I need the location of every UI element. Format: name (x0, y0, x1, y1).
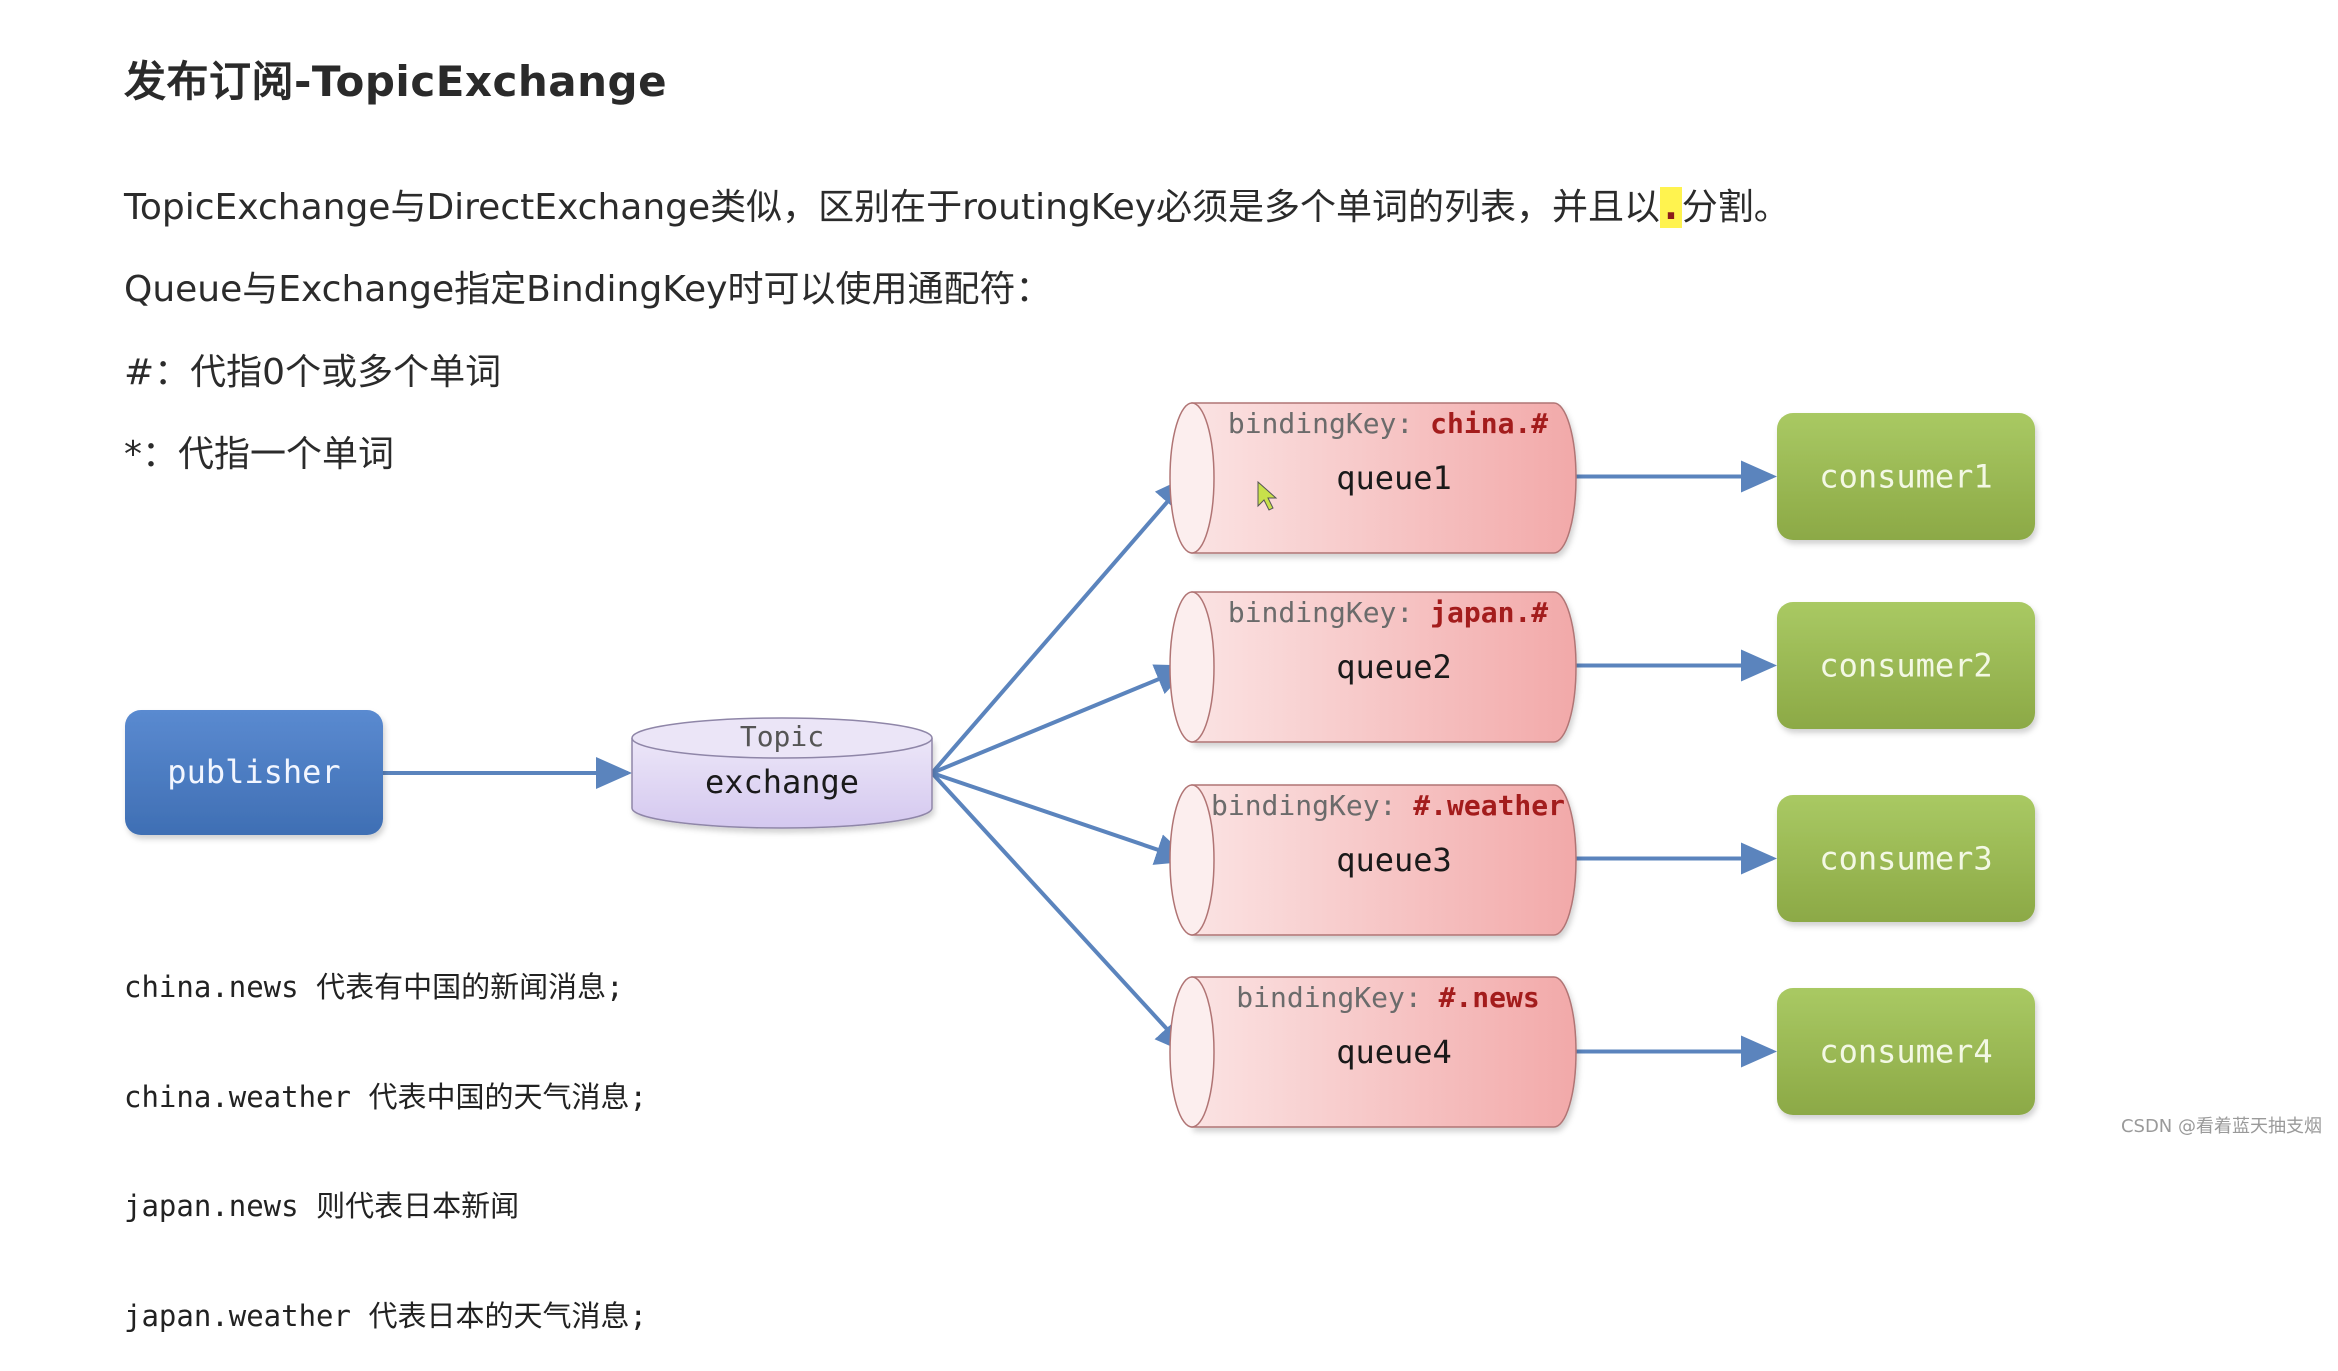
binding-key-prefix: bindingKey: (1236, 981, 1438, 1014)
routing-meaning: 代表中国的天气消息; (368, 1079, 647, 1114)
routing-meaning: 代表有中国的新闻消息; (316, 970, 624, 1004)
queue-node: bindingKey: china.# queue1 (1169, 402, 1577, 554)
consumers-group: consumer1 consumer2 consumer3 consumer4 (1777, 413, 2035, 1115)
routing-key: china.weather (124, 1079, 351, 1114)
consumer-node: consumer2 (1777, 602, 2035, 729)
queue-node: bindingKey: japan.# queue2 (1169, 591, 1577, 743)
consumer-node: consumer1 (1777, 413, 2035, 540)
exchange-label: exchange (705, 763, 859, 801)
routing-key: japan.weather (124, 1298, 351, 1333)
queue-node: bindingKey: #.news queue4 (1169, 976, 1577, 1128)
arrow-exchange-to-queue (931, 664, 1192, 775)
queue-label: queue1 (1336, 459, 1452, 497)
routing-key-examples: china.news 代表有中国的新闻消息; china.weather 代表中… (124, 896, 647, 1371)
arrow-exchange-to-queue (930, 474, 1191, 775)
routing-meaning: 则代表日本新闻 (316, 1189, 520, 1223)
publisher-node: publisher (125, 710, 383, 835)
binding-key-value: #.weather (1413, 789, 1565, 822)
binding-key-prefix: bindingKey: (1228, 407, 1430, 440)
consumer-label: consumer1 (1819, 458, 1992, 496)
consumer-node: consumer3 (1777, 795, 2035, 922)
queues-group: bindingKey: china.# queue1 bindingKey: jap… (1169, 402, 1577, 1128)
routing-meaning: 代表日本的天气消息; (368, 1298, 647, 1333)
queue-cylinder-end (1169, 976, 1215, 1128)
consumer-label: consumer3 (1819, 840, 1992, 878)
routing-key: china.news (124, 970, 299, 1004)
routing-key: japan.news (124, 1189, 299, 1223)
binding-key-label: bindingKey: japan.# (1228, 596, 1548, 629)
queue-cylinder-end (1169, 784, 1215, 936)
exchange-node: Topic exchange (631, 717, 933, 829)
binding-key-label: bindingKey: #.news (1236, 981, 1539, 1014)
queue-label: queue4 (1336, 1033, 1452, 1071)
binding-key-label: bindingKey: china.# (1228, 407, 1548, 440)
binding-key-value: #.news (1439, 981, 1540, 1014)
binding-key-prefix: bindingKey: (1228, 596, 1430, 629)
queue-label: queue2 (1336, 648, 1452, 686)
queue-cylinder-end (1169, 591, 1215, 743)
routing-example: japan.news 则代表日本新闻 (124, 1188, 647, 1225)
queue-label: queue3 (1336, 841, 1452, 879)
publisher-label: publisher (167, 753, 340, 791)
consumer-node: consumer4 (1777, 988, 2035, 1115)
consumer-label: consumer4 (1819, 1033, 1992, 1071)
binding-key-prefix: bindingKey: (1211, 789, 1413, 822)
queue-cylinder-end (1169, 402, 1215, 554)
binding-key-value: china.# (1430, 407, 1548, 440)
exchange-type-label: Topic (740, 720, 824, 753)
routing-example: japan.weather 代表日本的天气消息; (124, 1298, 647, 1335)
routing-example: china.news 代表有中国的新闻消息; (124, 969, 647, 1006)
routing-example: china.weather 代表中国的天气消息; (124, 1079, 647, 1116)
watermark: CSDN @看着蓝天抽支烟 (2120, 1116, 2322, 1137)
queue-node: bindingKey: #.weather queue3 (1169, 784, 1577, 936)
binding-key-value: japan.# (1430, 596, 1548, 629)
consumer-label: consumer2 (1819, 647, 1992, 685)
binding-key-label: bindingKey: #.weather (1211, 789, 1565, 822)
